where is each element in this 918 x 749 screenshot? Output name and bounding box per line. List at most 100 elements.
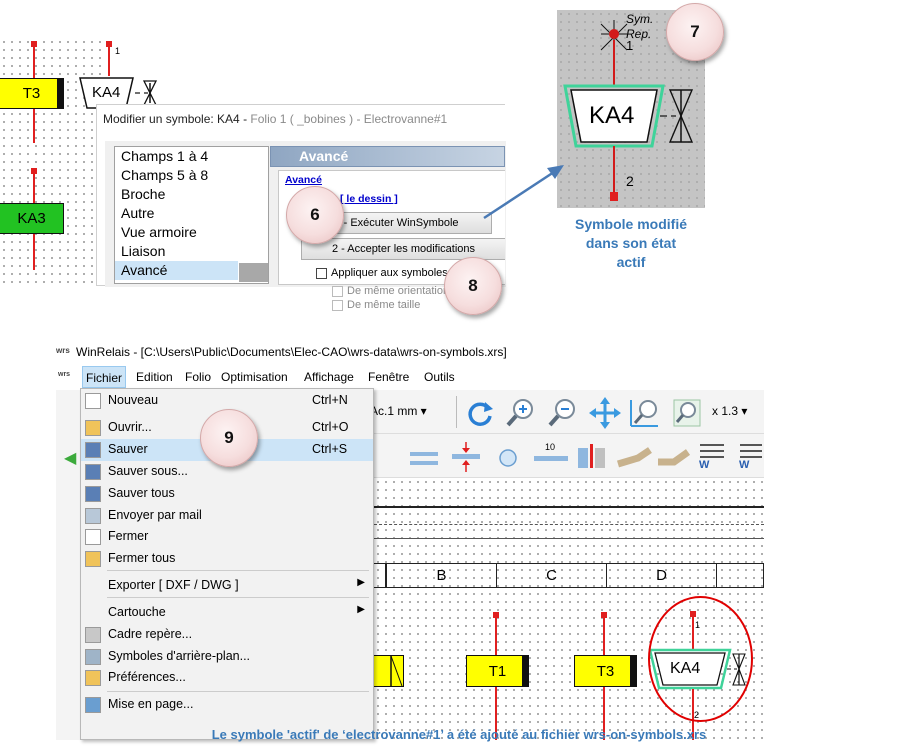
category-item[interactable]: Broche — [115, 185, 268, 204]
menu-item-mise-en-page[interactable]: Mise en page... — [81, 694, 373, 716]
step-badge-8: 8 — [444, 257, 502, 315]
split-line-icon[interactable] — [450, 440, 482, 474]
menu-item-label: Symboles d'arrière-plan... — [108, 649, 251, 663]
same-size-checkbox[interactable] — [332, 300, 343, 311]
menu-item-label: Sauver tous — [108, 486, 175, 500]
wire-ka4-top — [108, 44, 110, 76]
wire-list-icon[interactable]: W — [738, 440, 764, 474]
frame-line-dashed — [374, 524, 764, 525]
column-header-b: B — [386, 563, 497, 588]
menu-item-cartouche[interactable]: Cartouche ▶ — [81, 602, 373, 624]
preview-terminal-1: 1 — [626, 38, 634, 53]
list-scrollbar-thumb[interactable] — [239, 263, 268, 282]
circle-icon[interactable] — [496, 446, 520, 470]
zoom-out-icon[interactable] — [546, 396, 580, 430]
category-item[interactable]: Avancé — [115, 261, 238, 280]
zoom-window-icon[interactable] — [628, 396, 662, 430]
menu-outils[interactable]: Outils — [421, 366, 458, 388]
menu-fichier[interactable]: Fichier — [82, 366, 127, 388]
wire-ka3-bottom — [33, 234, 35, 270]
menu-item-label: Nouveau — [108, 393, 159, 407]
category-item[interactable]: Liaison — [115, 242, 268, 261]
category-list[interactable]: Champs 1 à 4 Champs 5 à 8 Broche Autre Vue a… — [114, 146, 269, 284]
menu-item-exporter-dxf-dwg[interactable]: Exporter [ DXF / DWG ] ▶ — [81, 575, 373, 597]
menu-item-shortcut: Ctrl+S — [312, 442, 348, 456]
pan-icon[interactable] — [588, 396, 622, 430]
menu-edition[interactable]: Edition — [133, 366, 176, 388]
preview-sym-label: Sym. — [626, 12, 654, 26]
coil-ka4-label: KA4 — [92, 84, 121, 101]
menu-item-label: Fermer — [108, 529, 149, 543]
column-header-c: C — [497, 563, 607, 588]
menu-item-icon — [85, 627, 101, 643]
advanced-link[interactable]: Avancé — [285, 174, 322, 186]
menu-item-shortcut: Ctrl+O — [312, 420, 349, 434]
same-orientation-label: De même orientation — [347, 285, 450, 297]
menu-item-label: Cadre repère... — [108, 627, 193, 641]
menu-separator-3 — [107, 691, 369, 692]
apply-symbols-checkbox[interactable] — [316, 268, 327, 279]
category-item[interactable]: Champs 1 à 4 — [115, 147, 268, 166]
same-orientation-checkbox[interactable] — [332, 286, 343, 297]
menu-item-icon — [85, 393, 101, 409]
back-arrow-icon[interactable]: ◀ — [64, 448, 76, 468]
menu-item-sauver-tous[interactable]: Sauver tous — [81, 483, 373, 505]
double-line-icon[interactable] — [408, 446, 440, 472]
menu-item-envoyer-par-mail[interactable]: Envoyer par mail — [81, 505, 373, 527]
apply-symbols-label: Appliquer aux symboles id — [331, 267, 460, 279]
menu-folio[interactable]: Folio — [182, 366, 214, 388]
left-toolbar-edge — [56, 390, 80, 740]
menu-item-label: Fermer tous — [108, 551, 176, 565]
menu-item-label: Ouvrir... — [108, 420, 152, 434]
category-item[interactable]: Vue armoire — [115, 223, 268, 242]
menu-item-fermer-tous[interactable]: Fermer tous — [81, 548, 373, 570]
numbered-line-icon[interactable]: 10 — [534, 442, 568, 470]
menu-affichage[interactable]: Affichage — [301, 366, 357, 388]
step-badge-6: 6 — [286, 186, 344, 244]
advanced-panel-title: Avancé — [299, 148, 349, 164]
connector-icon[interactable] — [576, 440, 608, 472]
marker-10-label: 10 — [545, 442, 556, 452]
menu-item-fermer[interactable]: Fermer — [81, 526, 373, 548]
annotation-red-circle — [648, 596, 753, 722]
zoom-fit-icon[interactable] — [670, 396, 704, 430]
menu-item-label: Sauver — [108, 442, 148, 456]
zoom-in-icon[interactable] — [504, 396, 538, 430]
zoom-level-select[interactable]: x 1.3 ▾ — [712, 404, 747, 418]
preview-caption: Symbole modifié dans son état actif — [557, 215, 705, 272]
menu-item-pr-f-rences[interactable]: Préférences... — [81, 667, 373, 689]
menu-fentre[interactable]: Fenêtre — [365, 366, 412, 388]
pipe-elbow-icon[interactable] — [616, 444, 652, 470]
advanced-panel-header: Avancé — [270, 146, 505, 167]
window-title: WinRelais - [C:\Users\Public\Documents\E… — [76, 345, 507, 359]
menu-app-icon[interactable]: wrs — [58, 371, 70, 378]
category-item[interactable]: Autre — [115, 204, 268, 223]
menu-item-label: Cartouche — [108, 605, 166, 619]
menu-item-icon — [85, 697, 101, 713]
wire-edit-icon[interactable]: W — [698, 440, 726, 474]
menu-optimisation[interactable]: Optimisation — [218, 366, 291, 388]
refresh-icon[interactable] — [464, 398, 496, 430]
menu-item-label: Préférences... — [108, 670, 186, 684]
column-header-a — [374, 563, 386, 588]
grid-size-select[interactable]: Ac.1 mm ▾ — [370, 404, 427, 418]
menu-separator-2 — [107, 597, 369, 598]
app-icon: wrs — [56, 346, 70, 355]
preview-caption-line2: dans son état — [585, 235, 677, 251]
menu-item-icon — [85, 670, 101, 686]
menu-bar: wrs Fichier Edition Folio Optimisation Affic… — [56, 366, 764, 390]
menu-item-symboles-d-arri-re-plan[interactable]: Symboles d'arrière-plan... — [81, 646, 373, 668]
column-header-e — [717, 563, 764, 588]
category-item[interactable]: Champs 5 à 8 — [115, 166, 268, 185]
drawing-link[interactable]: [ le dessin ] — [340, 193, 398, 205]
pipe-bend-icon[interactable] — [656, 444, 692, 470]
wire-ka3-top — [33, 171, 35, 203]
menu-item-label: Mise en page... — [108, 697, 194, 711]
submenu-arrow-icon: ▶ — [357, 604, 365, 615]
menu-item-cadre-rep-re[interactable]: Cadre repère... — [81, 624, 373, 646]
same-size-label: De même taille — [347, 299, 421, 311]
preview-caption-line1: Symbole modifié — [574, 216, 688, 232]
coil-t3: T3 — [0, 78, 64, 109]
wire-t3-top — [33, 44, 35, 78]
menu-item-icon — [85, 508, 101, 524]
